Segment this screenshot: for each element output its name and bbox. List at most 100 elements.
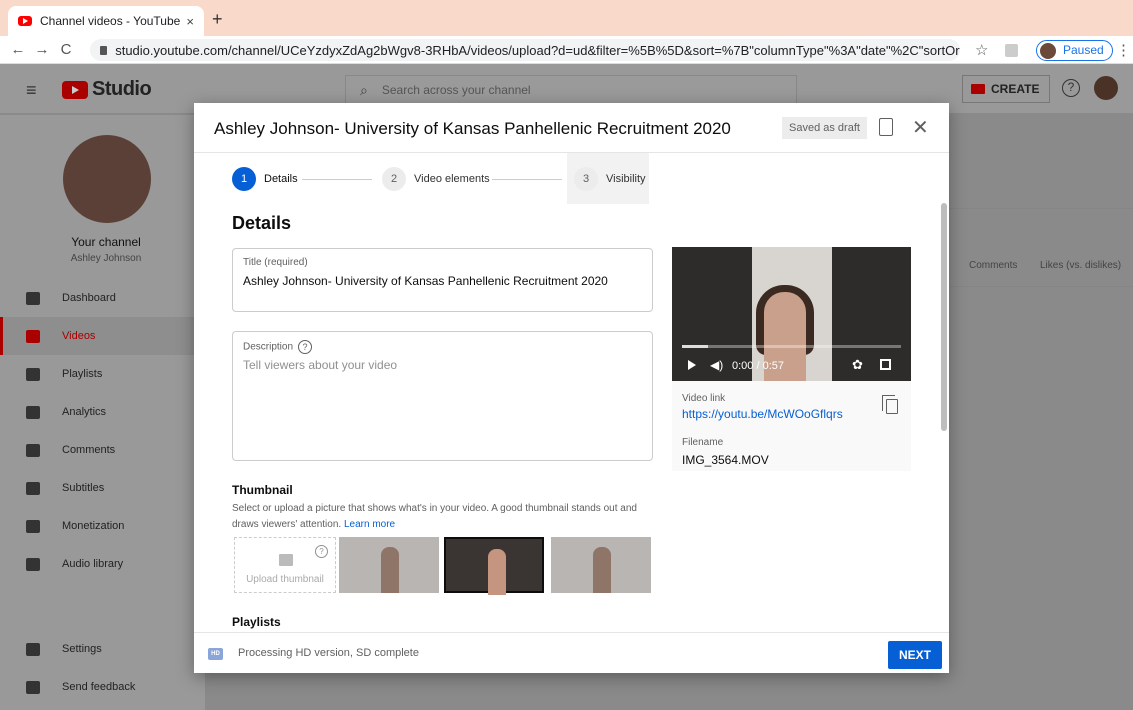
help-icon[interactable]: ? (1062, 79, 1080, 97)
video-preview-panel: ◀) 0:00 / 0:57 ✿ Video link https://yout… (672, 247, 911, 471)
copy-icon[interactable] (882, 395, 898, 414)
forward-arrow-icon[interactable]: → (30, 41, 54, 58)
comments-icon (26, 443, 40, 457)
next-button[interactable]: NEXT (888, 641, 942, 669)
create-button[interactable]: CREATE (962, 75, 1051, 103)
sidebar-item-label: Comments (62, 444, 116, 456)
title-field[interactable]: Title (required) Ashley Johnson- Univers… (232, 248, 653, 312)
thumbnail-description-text: Select or upload a picture that shows wh… (232, 503, 637, 530)
step-details[interactable]: 1 Details (232, 167, 298, 191)
draft-status-badge: Saved as draft (782, 117, 867, 139)
title-field-value: Ashley Johnson- University of Kansas Pan… (243, 274, 608, 288)
url-field[interactable]: studio.youtube.com/channel/UCeYzdyxZdAg2… (90, 39, 960, 61)
step-number: 3 (574, 167, 598, 191)
thumbnail-image (488, 549, 506, 595)
divider (950, 208, 1133, 209)
dialog-scrollbar[interactable] (941, 203, 947, 431)
sidebar-item-playlists[interactable]: Playlists (0, 355, 206, 393)
search-icon: ⌕ (360, 81, 368, 98)
sidebar-item-label: Playlists (62, 368, 103, 380)
fullscreen-icon[interactable] (880, 359, 891, 370)
sidebar-item-settings[interactable]: Settings (0, 630, 206, 668)
thumbnail-option[interactable] (339, 537, 439, 593)
step-connector (492, 179, 562, 180)
sidebar-item-label: Subtitles (62, 482, 105, 494)
sidebar-item-videos[interactable]: Videos (0, 317, 206, 355)
bookmark-star-icon[interactable]: ☆ (975, 41, 988, 59)
browser-menu-icon[interactable]: ⋮ (1116, 41, 1131, 59)
column-header-comments: Comments (969, 260, 1018, 271)
thumbnail-image (381, 547, 399, 593)
lock-icon (100, 45, 108, 55)
section-title: Details (232, 213, 292, 233)
description-label-text: Description (243, 341, 294, 353)
sidebar-item-label: Videos (62, 330, 96, 342)
channel-search-input[interactable]: ⌕ Search across your channel (345, 75, 797, 105)
video-player[interactable]: ◀) 0:00 / 0:57 ✿ (672, 247, 911, 381)
tab-title: Channel videos - YouTube Stud (40, 14, 181, 28)
profile-button[interactable]: Paused (1036, 40, 1113, 61)
help-icon[interactable]: ? (315, 545, 328, 558)
channel-title: Your channel (71, 235, 141, 249)
description-placeholder: Tell viewers about your video (243, 358, 398, 372)
sidebar-item-dashboard[interactable]: Dashboard (0, 279, 206, 317)
hd-icon: HD (208, 648, 223, 660)
step-video-elements[interactable]: 2 Video elements (382, 167, 490, 191)
video-time: 0:00 / 0:57 (732, 360, 784, 372)
sidebar-item-monetization[interactable]: Monetization (0, 507, 206, 545)
sidebar-item-send-feedback[interactable]: Send feedback (0, 668, 206, 706)
account-avatar[interactable] (1094, 76, 1118, 100)
step-visibility[interactable]: 3 Visibility (574, 167, 646, 191)
description-field[interactable]: Description? Tell viewers about your vid… (232, 331, 653, 461)
tab-close-icon[interactable]: × (186, 14, 194, 29)
step-label: Visibility (606, 173, 646, 185)
hamburger-menu-icon[interactable]: ≡ (26, 80, 37, 101)
title-field-label: Title (required) (243, 257, 308, 268)
dialog-title: Ashley Johnson- University of Kansas Pan… (214, 119, 731, 138)
sidebar-item-analytics[interactable]: Analytics (0, 393, 206, 431)
sidebar-item-label: Dashboard (62, 292, 116, 304)
monetization-icon (26, 519, 40, 533)
profile-status: Paused (1063, 43, 1104, 57)
step-label: Details (264, 173, 298, 185)
filename-value: IMG_3564.MOV (682, 453, 769, 467)
settings-icon (26, 642, 40, 656)
video-link[interactable]: https://youtu.be/McWOoGflqrs (682, 407, 843, 421)
upload-thumbnail-label: Upload thumbnail (246, 574, 324, 585)
sidebar-item-subtitles[interactable]: Subtitles (0, 469, 206, 507)
settings-gear-icon[interactable]: ✿ (852, 357, 863, 373)
filename-label: Filename (682, 437, 724, 448)
feedback-icon (26, 680, 40, 694)
video-progress-bar[interactable] (682, 345, 901, 348)
step-number: 2 (382, 167, 406, 191)
close-icon[interactable]: ✕ (912, 115, 929, 140)
report-icon[interactable] (879, 118, 893, 136)
audio-library-icon (26, 557, 40, 571)
learn-more-link[interactable]: Learn more (344, 519, 395, 530)
volume-icon[interactable]: ◀) (710, 358, 723, 372)
step-connector (302, 179, 372, 180)
studio-logo-text: Studio (92, 78, 152, 100)
studio-logo[interactable]: Studio (62, 78, 152, 101)
upload-stepper: 1 Details 2 Video elements 3 Visibility (194, 153, 949, 204)
profile-avatar (1040, 43, 1056, 59)
help-icon[interactable]: ? (298, 340, 313, 354)
reload-icon[interactable]: C (54, 41, 78, 58)
url-text: studio.youtube.com/channel/UCeYzdyxZdAg2… (115, 42, 960, 58)
channel-avatar[interactable] (63, 135, 151, 223)
sidebar-item-comments[interactable]: Comments (0, 431, 206, 469)
new-tab-button[interactable]: + (212, 9, 223, 30)
back-arrow-icon[interactable]: ← (6, 41, 30, 58)
extension-icon[interactable] (1005, 44, 1018, 57)
step-label: Video elements (414, 173, 490, 185)
sidebar-item-audio-library[interactable]: Audio library (0, 545, 206, 583)
play-icon[interactable] (688, 360, 696, 370)
subtitles-icon (26, 481, 40, 495)
upload-dialog: Ashley Johnson- University of Kansas Pan… (194, 103, 949, 673)
youtube-logo-icon (62, 80, 88, 99)
thumbnail-option-selected[interactable] (444, 537, 544, 595)
divider (950, 286, 1133, 287)
browser-tab[interactable]: Channel videos - YouTube Stud × (8, 6, 204, 36)
thumbnail-option[interactable] (551, 537, 651, 593)
upload-thumbnail-button[interactable]: ? Upload thumbnail (234, 537, 336, 593)
